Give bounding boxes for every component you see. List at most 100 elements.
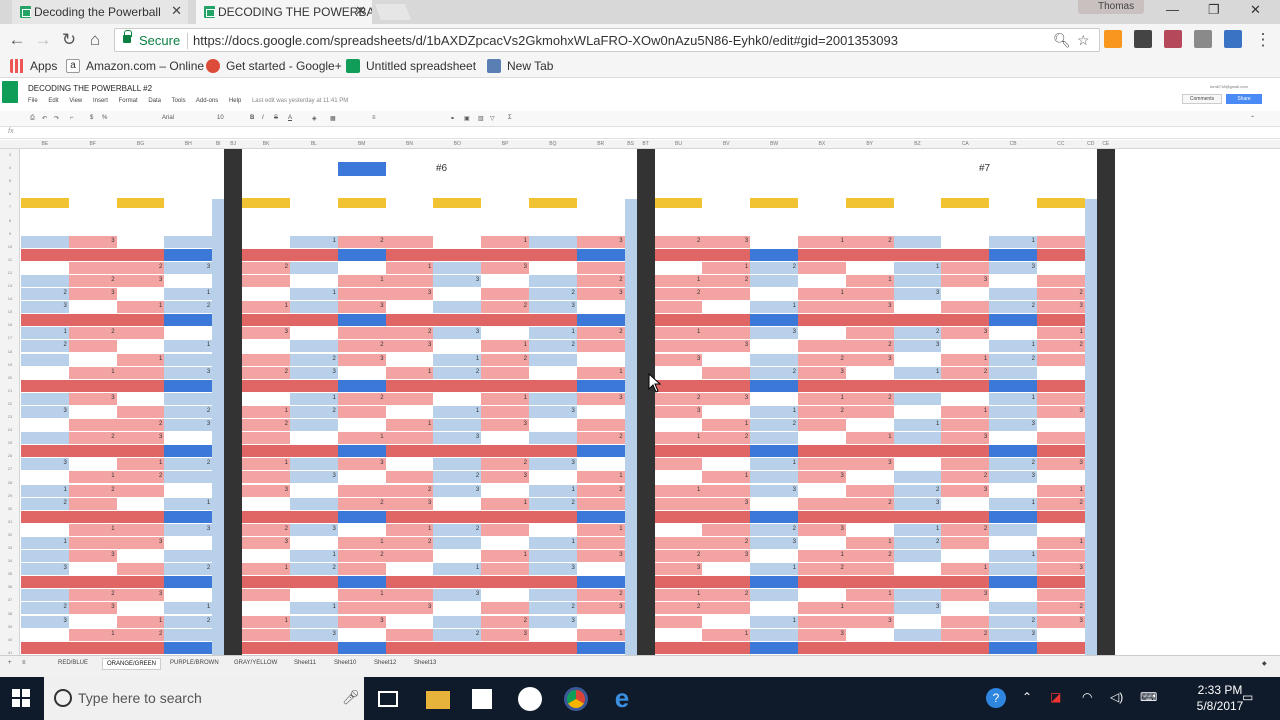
data-cell[interactable]: 2 <box>385 327 434 340</box>
data-cell[interactable] <box>576 497 625 510</box>
data-cell[interactable] <box>1037 432 1085 445</box>
label-cell[interactable] <box>654 314 703 327</box>
data-cell[interactable]: 1 <box>576 366 625 379</box>
data-cell[interactable] <box>576 261 625 274</box>
data-cell[interactable]: 2 <box>576 274 625 287</box>
new-tab-button[interactable] <box>375 4 411 20</box>
data-cell[interactable] <box>385 458 434 471</box>
data-cell[interactable]: 2 <box>164 458 213 471</box>
data-cell[interactable] <box>893 274 942 287</box>
label-cell[interactable] <box>290 248 338 261</box>
data-cell[interactable]: 1 <box>164 288 213 301</box>
data-cell[interactable] <box>385 301 434 314</box>
collapse-icon[interactable]: ⌃ <box>1250 115 1255 122</box>
extension-icon[interactable] <box>1194 30 1212 48</box>
data-cell[interactable] <box>337 366 386 379</box>
data-cell[interactable]: 3 <box>433 327 482 340</box>
data-cell[interactable] <box>68 615 117 628</box>
header-band-cell[interactable] <box>654 198 703 208</box>
data-cell[interactable]: 1 <box>798 235 846 248</box>
data-cell[interactable]: 1 <box>798 288 846 301</box>
data-cell[interactable]: 3 <box>989 261 1037 274</box>
label-cell[interactable] <box>68 379 117 392</box>
data-cell[interactable]: 1 <box>242 615 290 628</box>
data-cell[interactable] <box>242 392 290 405</box>
data-cell[interactable] <box>989 432 1037 445</box>
header-band-cell[interactable] <box>433 198 482 208</box>
data-cell[interactable] <box>116 392 165 405</box>
data-cell[interactable] <box>893 301 942 314</box>
data-cell[interactable]: 1 <box>654 484 703 497</box>
align-icon[interactable]: ≡ <box>372 115 376 121</box>
data-cell[interactable]: 2 <box>290 353 338 366</box>
taskbar-search-box[interactable]: Type here to search 🎤︎ <box>44 677 364 720</box>
data-cell[interactable] <box>433 497 482 510</box>
data-cell[interactable]: 1 <box>481 550 529 563</box>
header-band-cell[interactable] <box>529 198 577 208</box>
data-cell[interactable]: 1 <box>385 523 434 536</box>
font-select[interactable]: Arial <box>162 115 174 121</box>
data-cell[interactable] <box>845 602 894 615</box>
data-cell[interactable]: 2 <box>702 589 751 602</box>
label-cell[interactable] <box>576 641 625 654</box>
data-cell[interactable]: 3 <box>385 288 434 301</box>
label-cell[interactable] <box>68 248 117 261</box>
taskbar-clock[interactable]: 2:33 PM 5/8/2017 <box>1192 682 1248 714</box>
label-cell[interactable] <box>893 510 942 523</box>
spreadsheet-grid[interactable]: BE BF BG BH BI BJ BK BL BM BN BO BP BQ BR BS BT BU BV BW BX… <box>0 140 1280 655</box>
data-cell[interactable] <box>893 628 942 641</box>
extension-icon[interactable] <box>1134 30 1152 48</box>
data-cell[interactable]: 1 <box>385 261 434 274</box>
data-cell[interactable] <box>529 261 577 274</box>
label-cell[interactable] <box>242 641 290 654</box>
data-cell[interactable]: 3 <box>21 458 69 471</box>
row-header[interactable]: 20 <box>0 375 20 380</box>
label-cell[interactable] <box>576 445 625 458</box>
edge-icon[interactable]: e <box>610 685 634 711</box>
data-cell[interactable]: 1 <box>337 274 386 287</box>
data-cell[interactable] <box>529 366 577 379</box>
data-cell[interactable] <box>116 563 165 576</box>
data-cell[interactable] <box>337 288 386 301</box>
data-cell[interactable] <box>337 484 386 497</box>
data-cell[interactable] <box>1037 471 1085 484</box>
column-header[interactable]: BY <box>866 141 873 147</box>
data-cell[interactable]: 3 <box>702 235 751 248</box>
data-cell[interactable]: 2 <box>1037 288 1085 301</box>
extension-icon[interactable] <box>1164 30 1182 48</box>
data-cell[interactable] <box>529 274 577 287</box>
label-cell[interactable] <box>290 641 338 654</box>
data-cell[interactable] <box>529 419 577 432</box>
data-cell[interactable] <box>529 471 577 484</box>
data-cell[interactable] <box>290 589 338 602</box>
data-cell[interactable] <box>893 353 942 366</box>
data-cell[interactable] <box>290 301 338 314</box>
data-cell[interactable]: 3 <box>242 536 290 549</box>
row-header[interactable]: 10 <box>0 244 20 249</box>
label-cell[interactable] <box>1037 445 1085 458</box>
data-cell[interactable] <box>845 563 894 576</box>
data-cell[interactable] <box>21 471 69 484</box>
data-cell[interactable] <box>576 615 625 628</box>
data-cell[interactable]: 1 <box>702 471 751 484</box>
data-cell[interactable]: 1 <box>654 327 703 340</box>
data-cell[interactable]: 2 <box>845 340 894 353</box>
row-header[interactable]: 27 <box>0 466 20 471</box>
data-cell[interactable] <box>164 392 213 405</box>
wifi-icon[interactable]: ◠ <box>1082 690 1092 704</box>
data-cell[interactable] <box>242 340 290 353</box>
data-cell[interactable]: 2 <box>385 536 434 549</box>
browser-tab-2[interactable]: DECODING THE POWERBALL ✕ <box>196 0 372 24</box>
label-cell[interactable] <box>576 576 625 589</box>
column-header[interactable]: BQ <box>549 141 556 147</box>
data-cell[interactable]: 1 <box>290 602 338 615</box>
data-cell[interactable] <box>941 550 990 563</box>
data-cell[interactable]: 1 <box>654 589 703 602</box>
column-header[interactable]: BS <box>627 141 634 147</box>
data-cell[interactable] <box>893 405 942 418</box>
data-cell[interactable] <box>116 366 165 379</box>
address-bar[interactable]: Secure https://docs.google.com/spreadshe… <box>114 28 1100 52</box>
data-cell[interactable]: 3 <box>433 274 482 287</box>
data-cell[interactable] <box>68 353 117 366</box>
label-cell[interactable] <box>242 576 290 589</box>
